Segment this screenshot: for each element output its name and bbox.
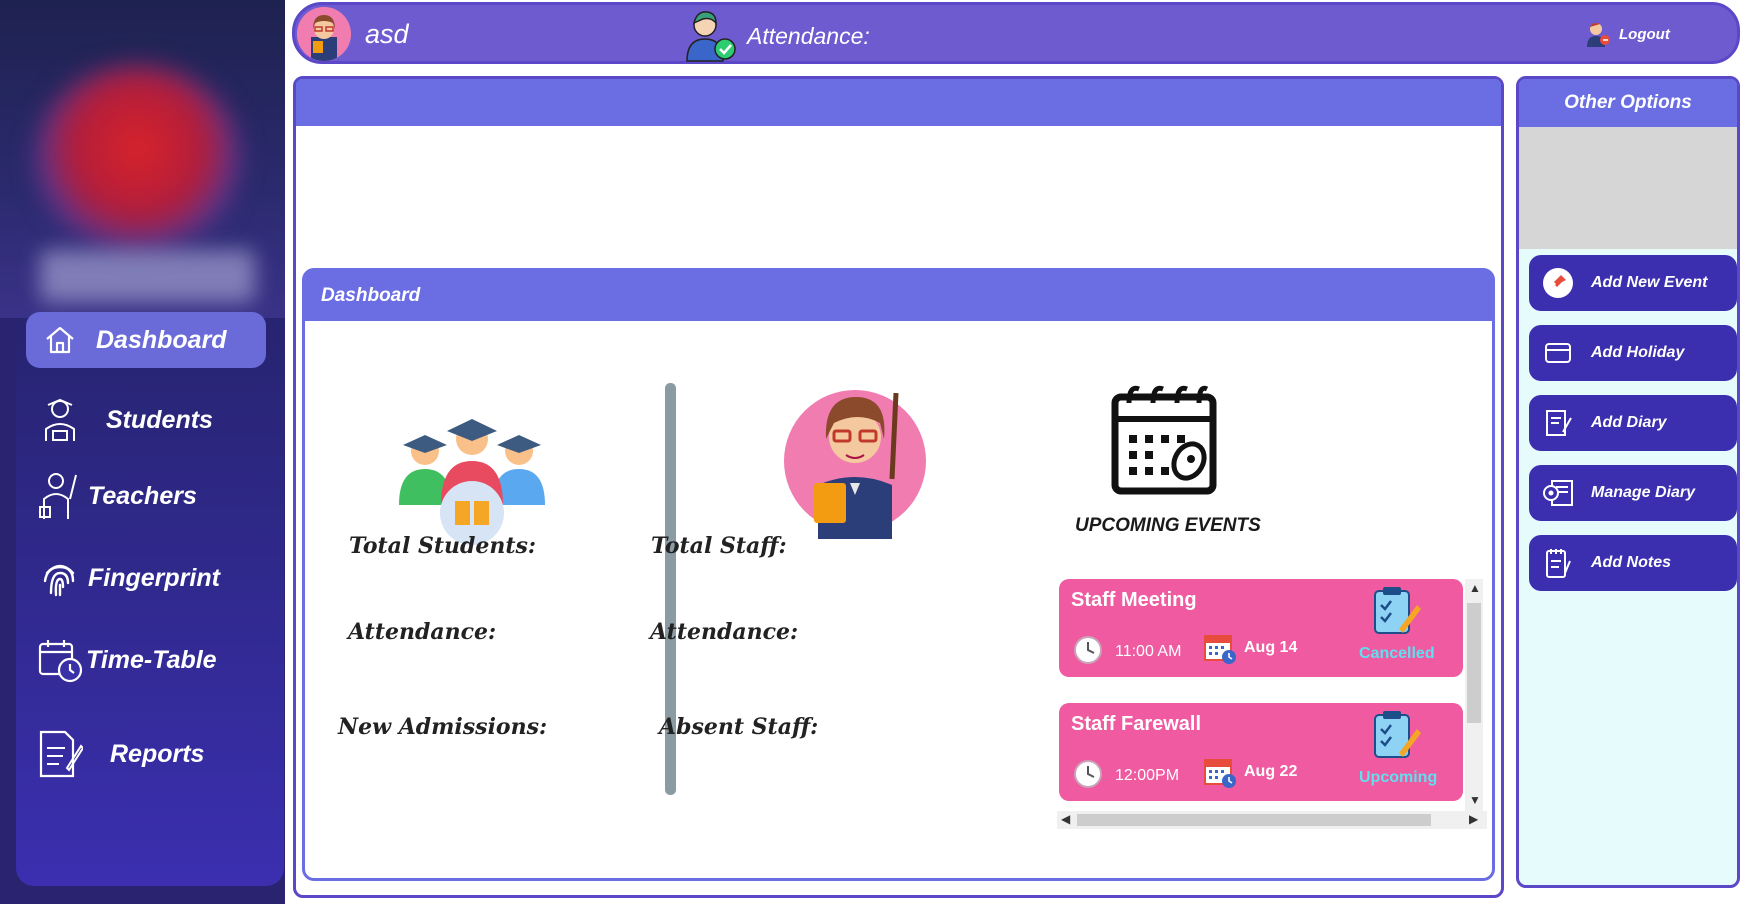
button-label: Add Notes — [1591, 554, 1671, 571]
sidebar-item-label: Reports — [110, 739, 205, 768]
button-label: Add Diary — [1591, 414, 1667, 431]
clock-icon — [1073, 635, 1103, 665]
sidebar-item-label: Fingerprint — [88, 563, 220, 592]
absent-staff-label: Absent Staff: — [659, 714, 819, 740]
students-attendance-label: Attendance: — [348, 619, 497, 645]
event-title: Staff Farewall — [1071, 713, 1202, 735]
students-group-icon — [397, 405, 547, 547]
sidebar-item-label: Students — [106, 405, 213, 434]
report-icon — [36, 730, 84, 778]
other-options-title: Other Options — [1519, 79, 1737, 127]
attendance-label: Attendance: — [747, 23, 870, 49]
student-icon — [36, 396, 84, 444]
clock-icon — [1073, 759, 1103, 789]
add-diary-button[interactable]: Add Diary — [1529, 395, 1737, 451]
card-icon — [1541, 336, 1575, 370]
calendar-clock-icon — [36, 636, 84, 684]
new-admissions-label: New Admissions: — [338, 714, 548, 740]
event-date: Aug 14 — [1244, 639, 1298, 656]
event-date: Aug 22 — [1244, 763, 1298, 780]
sidebar-item-teachers[interactable]: Teachers — [26, 468, 266, 524]
attendance-person-icon — [683, 7, 739, 63]
sidebar-item-fingerprint[interactable]: Fingerprint — [26, 550, 266, 606]
event-status: Upcoming — [1359, 769, 1438, 786]
logout-button[interactable]: Logout — [1585, 21, 1670, 47]
sidebar: Dashboard Students Teachers Fingerprint … — [0, 0, 285, 904]
fingerprint-icon — [36, 554, 84, 602]
scroll-right-icon[interactable]: ▶ — [1469, 812, 1478, 826]
logout-icon — [1585, 21, 1611, 47]
scroll-thumb[interactable] — [1467, 603, 1481, 723]
calendar-icon — [1109, 379, 1219, 497]
event-time: 12:00PM — [1115, 767, 1180, 784]
user-avatar-icon — [297, 7, 351, 61]
events-vertical-scrollbar[interactable]: ▲ ▼ — [1465, 579, 1483, 811]
button-label: Add New Event — [1591, 274, 1708, 291]
dashboard-header: Dashboard — [305, 271, 1492, 321]
teacher-icon — [36, 472, 84, 520]
other-options-panel: Other Options Add New Event Add Holiday … — [1516, 76, 1740, 888]
event-calendar-icon — [1203, 755, 1237, 789]
scroll-left-icon[interactable]: ◀ — [1061, 812, 1070, 826]
scroll-up-icon[interactable]: ▲ — [1469, 581, 1481, 595]
notes-icon — [1541, 546, 1575, 580]
sidebar-item-timetable[interactable]: Time-Table — [26, 632, 266, 688]
clipboard-check-icon — [1369, 709, 1421, 761]
event-card[interactable]: Staff Farewall 12:00PM Aug 22 Upcoming — [1059, 703, 1463, 801]
add-notes-button[interactable]: Add Notes — [1529, 535, 1737, 591]
event-status: Cancelled — [1359, 645, 1435, 662]
home-icon — [36, 316, 84, 364]
top-bar: asd Attendance: Logout — [292, 2, 1740, 64]
scroll-thumb[interactable] — [1077, 814, 1431, 826]
events-horizontal-scrollbar[interactable]: ◀ ▶ — [1057, 811, 1487, 829]
manage-diary-icon — [1541, 476, 1575, 510]
total-students-label: Total Students: — [349, 533, 537, 559]
event-calendar-icon — [1203, 631, 1237, 665]
options-placeholder — [1519, 127, 1737, 249]
add-new-event-button[interactable]: Add New Event — [1529, 255, 1737, 311]
button-label: Manage Diary — [1591, 484, 1696, 501]
add-holiday-button[interactable]: Add Holiday — [1529, 325, 1737, 381]
sidebar-item-label: Teachers — [88, 481, 197, 510]
staff-attendance-label: Attendance: — [650, 619, 799, 645]
main-header-bar — [296, 79, 1501, 126]
dashboard-title: Dashboard — [321, 285, 421, 306]
events-list[interactable]: Staff Meeting 11:00 AM Aug 14 Cancelled … — [1053, 579, 1490, 817]
sidebar-item-reports[interactable]: Reports — [26, 726, 266, 782]
sidebar-item-students[interactable]: Students — [26, 392, 266, 448]
clipboard-check-icon — [1369, 585, 1421, 637]
manage-diary-button[interactable]: Manage Diary — [1529, 465, 1737, 521]
logout-label: Logout — [1619, 25, 1670, 43]
total-staff-label: Total Staff: — [651, 533, 787, 559]
sidebar-nav: Dashboard Students Teachers Fingerprint … — [16, 312, 284, 886]
teacher-icon — [784, 379, 930, 539]
dashboard-panel: Dashboard Total Students: Attendance: Ne… — [302, 268, 1495, 881]
upcoming-events-title: UPCOMING EVENTS — [1075, 515, 1261, 536]
button-label: Add Holiday — [1591, 344, 1685, 361]
username: asd — [365, 19, 409, 49]
sidebar-item-dashboard[interactable]: Dashboard — [26, 312, 266, 368]
scroll-down-icon[interactable]: ▼ — [1469, 793, 1481, 807]
pin-icon — [1541, 266, 1575, 300]
sidebar-item-label: Dashboard — [96, 325, 227, 354]
event-time: 11:00 AM — [1115, 643, 1182, 660]
event-title: Staff Meeting — [1071, 589, 1197, 611]
event-card[interactable]: Staff Meeting 11:00 AM Aug 14 Cancelled — [1059, 579, 1463, 677]
diary-icon — [1541, 406, 1575, 440]
sidebar-item-label: Time-Table — [86, 645, 217, 674]
school-logo — [0, 0, 285, 318]
